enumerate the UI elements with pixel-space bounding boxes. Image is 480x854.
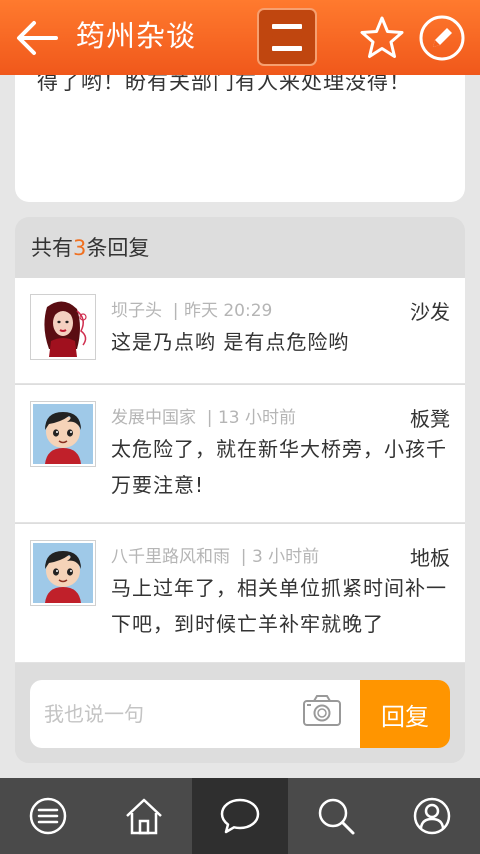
star-icon (360, 16, 404, 58)
avatar[interactable] (30, 401, 96, 467)
boy-avatar-icon (33, 404, 93, 464)
avatar[interactable] (30, 294, 96, 360)
reply-content: 这是乃点哟 是有点危险哟 (111, 330, 350, 354)
reply-item[interactable]: 发展中国家 | 13 小时前 板凳 太危险了，就在新华大桥旁，小孩千万要注意! (15, 385, 465, 523)
reply-time: 13 小时前 (217, 408, 296, 428)
reply-input[interactable] (44, 694, 294, 734)
edit-button[interactable] (418, 14, 466, 62)
home-icon (126, 798, 162, 835)
reply-author[interactable]: 发展中国家 (111, 408, 196, 428)
chat-icon (220, 798, 260, 834)
reply-time: 昨天 20:29 (183, 301, 273, 321)
edit-icon (419, 15, 465, 61)
reply-composer: 回复 (15, 663, 465, 763)
app-header: 筠州杂谈 (0, 0, 480, 75)
send-reply-button[interactable]: 回复 (360, 680, 450, 748)
reply-floor: 地板 (410, 546, 450, 570)
reply-time: 3 小时前 (251, 547, 320, 567)
reply-meta: 发展中国家 | 13 小时前 (111, 408, 296, 428)
woman-avatar-icon (33, 297, 93, 357)
avatar[interactable] (30, 540, 96, 606)
list-icon (29, 797, 67, 835)
camera-button[interactable] (302, 694, 342, 728)
nav-item-list[interactable] (0, 778, 96, 854)
nav-item-profile[interactable] (384, 778, 480, 854)
reply-item[interactable]: 八千里路风和雨 | 3 小时前 地板 马上过年了，相关单位抓紧时间补一下吧，到时… (15, 524, 465, 663)
page-title: 筠州杂谈 (76, 19, 197, 53)
back-button[interactable] (14, 18, 60, 58)
nav-item-chat[interactable] (192, 778, 288, 854)
bottom-nav (0, 778, 480, 854)
reply-content: 太危险了，就在新华大桥旁，小孩千万要注意! (111, 437, 447, 497)
reply-floor: 板凳 (410, 407, 450, 431)
menu-button[interactable] (257, 8, 317, 66)
reply-item[interactable]: 坝子头 | 昨天 20:29 沙发 这是乃点哟 是有点危险哟 (15, 278, 465, 384)
reply-meta: 坝子头 | 昨天 20:29 (111, 301, 273, 321)
nav-item-search[interactable] (288, 778, 384, 854)
replies-header: 共有3条回复 (15, 217, 465, 277)
reply-author[interactable]: 坝子头 (111, 301, 162, 321)
reply-floor: 沙发 (410, 300, 450, 324)
reply-count-number: 3 (73, 236, 87, 260)
nav-item-home[interactable] (96, 778, 192, 854)
search-icon (318, 798, 355, 835)
back-arrow-icon (17, 21, 58, 55)
favorite-button[interactable] (358, 14, 406, 62)
user-icon (413, 797, 451, 835)
reply-input-container[interactable] (30, 680, 360, 748)
reply-count: 共有3条回复 (31, 236, 150, 260)
reply-content: 马上过年了，相关单位抓紧时间补一下吧，到时候亡羊补牢就晚了 (111, 576, 447, 636)
replies-section: 共有3条回复 坝子头 | 昨天 20:29 沙发 这是乃点哟 是有点危险哟 发展… (15, 217, 465, 763)
camera-icon (303, 695, 341, 726)
boy-avatar-icon (33, 543, 93, 603)
reply-author[interactable]: 八千里路风和雨 (111, 547, 230, 567)
reply-meta: 八千里路风和雨 | 3 小时前 (111, 547, 320, 567)
